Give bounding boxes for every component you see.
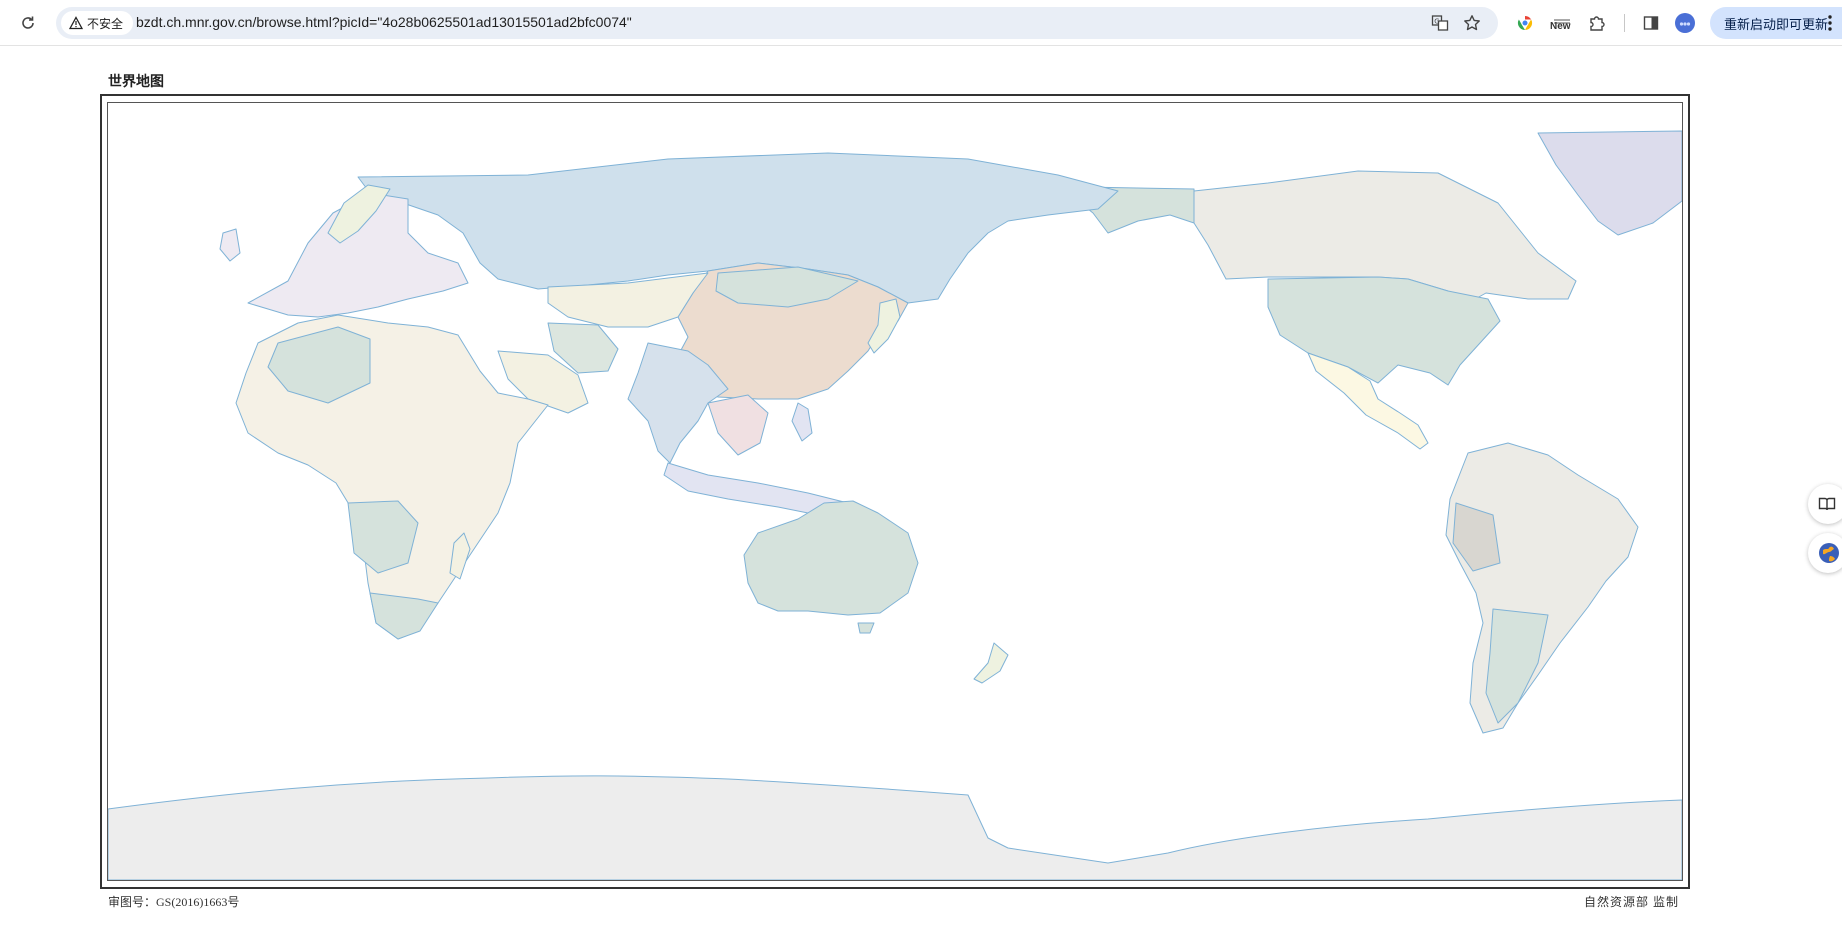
reader-mode-button[interactable]: [1808, 484, 1842, 524]
reload-icon: [22, 16, 34, 29]
globe-icon: [1819, 543, 1839, 563]
chrome-extension-icon: [1517, 15, 1533, 31]
south-america: [1445, 442, 1639, 734]
svg-text:G: G: [1434, 18, 1439, 26]
browser-toolbar: 不安全 bzdt.ch.mnr.gov.cn/browse.html?picId…: [0, 0, 1842, 46]
world-map-svg: [108, 130, 1682, 880]
side-panel-icon: [1643, 16, 1659, 30]
more-menu-button[interactable]: [1827, 13, 1833, 33]
side-panel-button[interactable]: [1638, 10, 1664, 36]
greenland: [1537, 130, 1682, 236]
drc: [347, 500, 419, 574]
philippines: [791, 402, 813, 442]
antarctica: [108, 775, 1682, 880]
uk: [219, 228, 241, 262]
chrome-extension-button[interactable]: [1512, 10, 1538, 36]
indochina: [707, 394, 769, 456]
address-bar[interactable]: 不安全 bzdt.ch.mnr.gov.cn/browse.html?picId…: [56, 7, 1498, 39]
approval-number: 审图号：GS(2016)1663号: [108, 895, 240, 909]
new-extension-button[interactable]: New: [1546, 10, 1578, 36]
warning-icon: [69, 16, 83, 30]
more-icon: [1828, 15, 1832, 31]
globe-assistant-button[interactable]: [1808, 533, 1842, 573]
puzzle-icon: [1590, 16, 1605, 31]
new-zealand: [973, 642, 1009, 684]
profile-icon: [1675, 13, 1695, 33]
url-text[interactable]: bzdt.ch.mnr.gov.cn/browse.html?picId="4o…: [136, 14, 632, 30]
tasmania: [857, 622, 875, 634]
translate-button[interactable]: G: [1430, 13, 1450, 33]
toolbar-divider: [1624, 14, 1625, 32]
extensions-button[interactable]: [1584, 10, 1610, 36]
reload-button[interactable]: [16, 11, 40, 35]
star-icon: [1464, 15, 1480, 31]
new-badge: New: [1550, 21, 1571, 32]
update-label: 重新启动即可更新: [1724, 16, 1829, 32]
world-map[interactable]: [107, 102, 1683, 881]
map-title: 世界地图: [108, 75, 164, 90]
supervisor-credit: 自然资源部 监制: [1584, 895, 1680, 909]
security-label: 不安全: [87, 16, 124, 31]
bookmark-button[interactable]: [1462, 13, 1482, 33]
restart-to-update-button[interactable]: 重新启动即可更新: [1710, 7, 1842, 39]
security-chip[interactable]: 不安全: [61, 11, 134, 35]
profile-button[interactable]: [1672, 10, 1698, 36]
translate-icon: G: [1431, 15, 1449, 31]
australia: [743, 500, 919, 616]
book-icon: [1818, 497, 1836, 511]
